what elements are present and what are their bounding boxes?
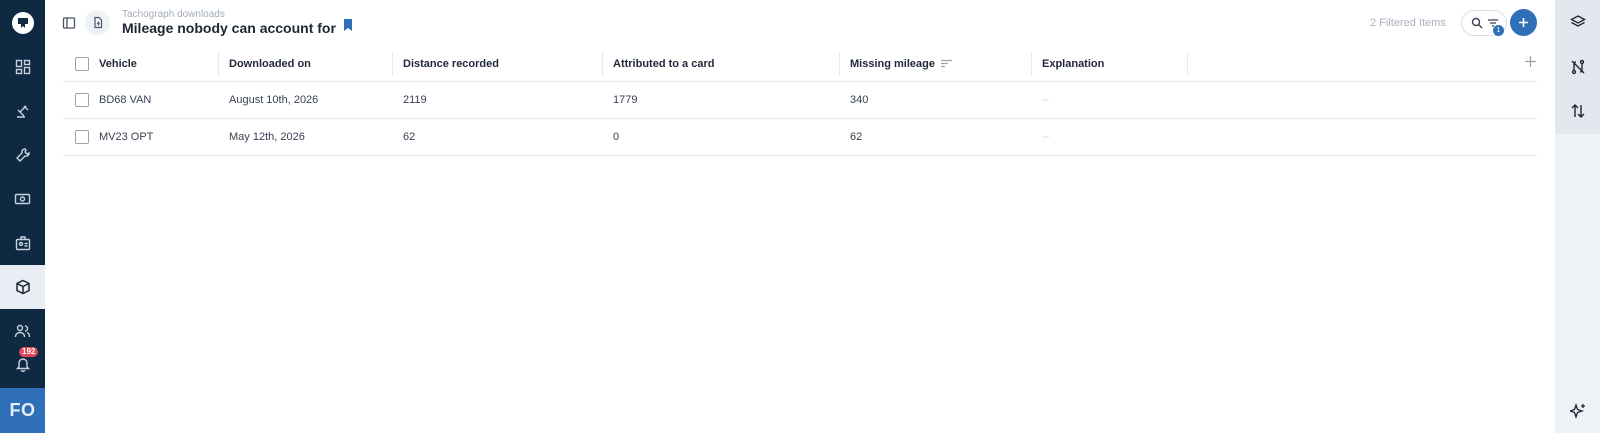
ai-assistant-button[interactable] [1555,389,1600,433]
sparkle-icon [1569,403,1585,419]
add-column-icon[interactable] [1524,55,1537,73]
cell-downloaded-on: August 10th, 2026 [229,94,319,106]
bell-icon [15,358,30,372]
cell-missing-mileage: 340 [850,94,869,106]
cube-icon [15,279,30,295]
add-button[interactable] [1510,9,1537,36]
column-header-distance-recorded[interactable]: Distance recorded [403,46,499,81]
cell-missing-mileage: 62 [850,131,863,143]
table-row[interactable]: MV23 OPT May 12th, 2026 62 0 62 -- [63,119,1537,156]
user-avatar[interactable]: FO [0,388,45,433]
column-header-missing-mileage[interactable]: Missing mileage [850,46,952,81]
column-header-attributed-to-card[interactable]: Attributed to a card [613,46,714,81]
plus-icon [1519,18,1528,27]
search-icon[interactable] [1471,17,1483,29]
column-header-vehicle[interactable]: Vehicle [99,46,137,81]
filtered-items-count: 2 Filtered Items [1370,17,1446,29]
cell-attributed: 1779 [613,94,638,106]
cell-explanation[interactable]: -- [1042,119,1049,155]
column-header-downloaded-on[interactable]: Downloaded on [229,46,311,81]
sidebar-toggle-button[interactable] [60,14,78,32]
wrench-icon [15,148,30,162]
right-rail [1555,0,1600,433]
cell-vehicle: BD68 VAN [99,94,152,106]
document-icon [93,16,102,29]
column-header-missing-mileage-label: Missing mileage [850,57,935,70]
unlink-icon [1571,59,1584,75]
people-icon [14,324,31,338]
row-checkbox[interactable] [75,130,89,144]
nav-compliance[interactable] [0,89,45,133]
unlink-button[interactable] [1555,45,1600,89]
table-row[interactable]: BD68 VAN August 10th, 2026 2119 1779 340… [63,82,1537,119]
bookmark-icon[interactable] [343,18,353,36]
document-button[interactable] [85,10,110,35]
cell-vehicle: MV23 OPT [99,131,154,143]
breadcrumb[interactable]: Tachograph downloads [122,9,225,20]
nav-dashboard[interactable] [0,45,45,89]
sort-arrows-button[interactable] [1555,89,1600,133]
column-divider[interactable] [218,52,219,76]
column-divider[interactable] [839,52,840,76]
dashboard-icon [15,59,30,75]
cell-downloaded-on: May 12th, 2026 [229,131,305,143]
sidebar-toggle-icon [62,17,76,29]
layers-icon [1569,15,1586,27]
data-table: Vehicle Downloaded on Distance recorded … [63,46,1537,156]
app-logo[interactable] [0,0,45,45]
notification-count-badge: 192 [19,347,39,357]
nav-assets[interactable] [0,265,45,309]
page-title: Mileage nobody can account for [122,20,336,36]
nav-notifications[interactable]: 192 [0,342,45,386]
column-header-explanation[interactable]: Explanation [1042,46,1104,81]
column-divider[interactable] [1031,52,1032,76]
swap-vertical-icon [1571,104,1584,118]
sort-icon[interactable] [940,59,952,68]
table-header-row: Vehicle Downloaded on Distance recorded … [63,46,1537,82]
nav-maintenance[interactable] [0,133,45,177]
select-all-checkbox[interactable] [75,57,89,71]
cell-distance-recorded: 62 [403,131,416,143]
layers-button[interactable] [1555,0,1600,44]
column-divider[interactable] [392,52,393,76]
nav-finance[interactable] [0,177,45,221]
cell-distance-recorded: 2119 [403,94,427,106]
row-checkbox[interactable] [75,93,89,107]
cell-attributed: 0 [613,131,620,143]
filter-count-badge: 1 [1493,25,1504,36]
column-divider[interactable] [602,52,603,76]
nav-drivers[interactable] [0,221,45,265]
left-navigation: 192 FO [0,0,45,433]
id-card-icon [15,236,30,251]
cell-explanation[interactable]: -- [1042,82,1049,118]
money-icon [14,193,31,205]
column-divider[interactable] [1187,52,1188,76]
gavel-icon [16,105,28,118]
